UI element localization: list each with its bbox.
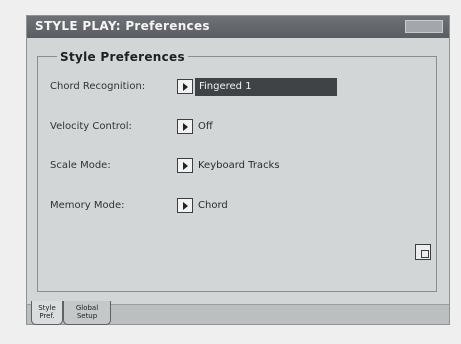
- memory-mode-label: Memory Mode:: [50, 200, 125, 211]
- memory-mode-arrow-button[interactable]: [177, 198, 193, 213]
- scale-mode-arrow-button[interactable]: [177, 158, 193, 173]
- velocity-control-value[interactable]: Off: [198, 121, 213, 132]
- play-arrow-icon: [183, 123, 188, 131]
- page-title: STYLE PLAY: Preferences: [35, 19, 210, 33]
- chord-recognition-arrow-button[interactable]: [177, 79, 193, 94]
- tab-global-setup-line1: Global: [75, 304, 99, 312]
- chord-recognition-label: Chord Recognition:: [50, 81, 146, 92]
- play-arrow-icon: [183, 83, 188, 91]
- tab-global-setup[interactable]: Global Setup: [63, 301, 111, 325]
- velocity-control-arrow-button[interactable]: [177, 119, 193, 134]
- play-arrow-icon: [183, 202, 188, 210]
- tab-style-pref[interactable]: Style Pref.: [31, 301, 63, 325]
- section-title: Style Preferences: [57, 50, 188, 64]
- scale-mode-label: Scale Mode:: [50, 160, 111, 171]
- page-menu-icon[interactable]: [415, 244, 431, 260]
- chord-recognition-value[interactable]: Fingered 1: [195, 78, 337, 96]
- display-screen: STYLE PLAY: Preferences Style Preference…: [26, 15, 450, 325]
- tab-global-setup-line2: Setup: [76, 312, 98, 320]
- velocity-control-label: Velocity Control:: [50, 121, 132, 132]
- tab-style-pref-line1: Style: [38, 304, 56, 312]
- scale-mode-value[interactable]: Keyboard Tracks: [198, 160, 280, 171]
- title-bar-box: [405, 20, 443, 33]
- page-menu-icon-inner: [421, 250, 429, 258]
- tab-style-pref-line2: Pref.: [39, 312, 55, 320]
- play-arrow-icon: [183, 162, 188, 170]
- memory-mode-value[interactable]: Chord: [198, 200, 228, 211]
- title-bar: STYLE PLAY: Preferences: [27, 16, 449, 38]
